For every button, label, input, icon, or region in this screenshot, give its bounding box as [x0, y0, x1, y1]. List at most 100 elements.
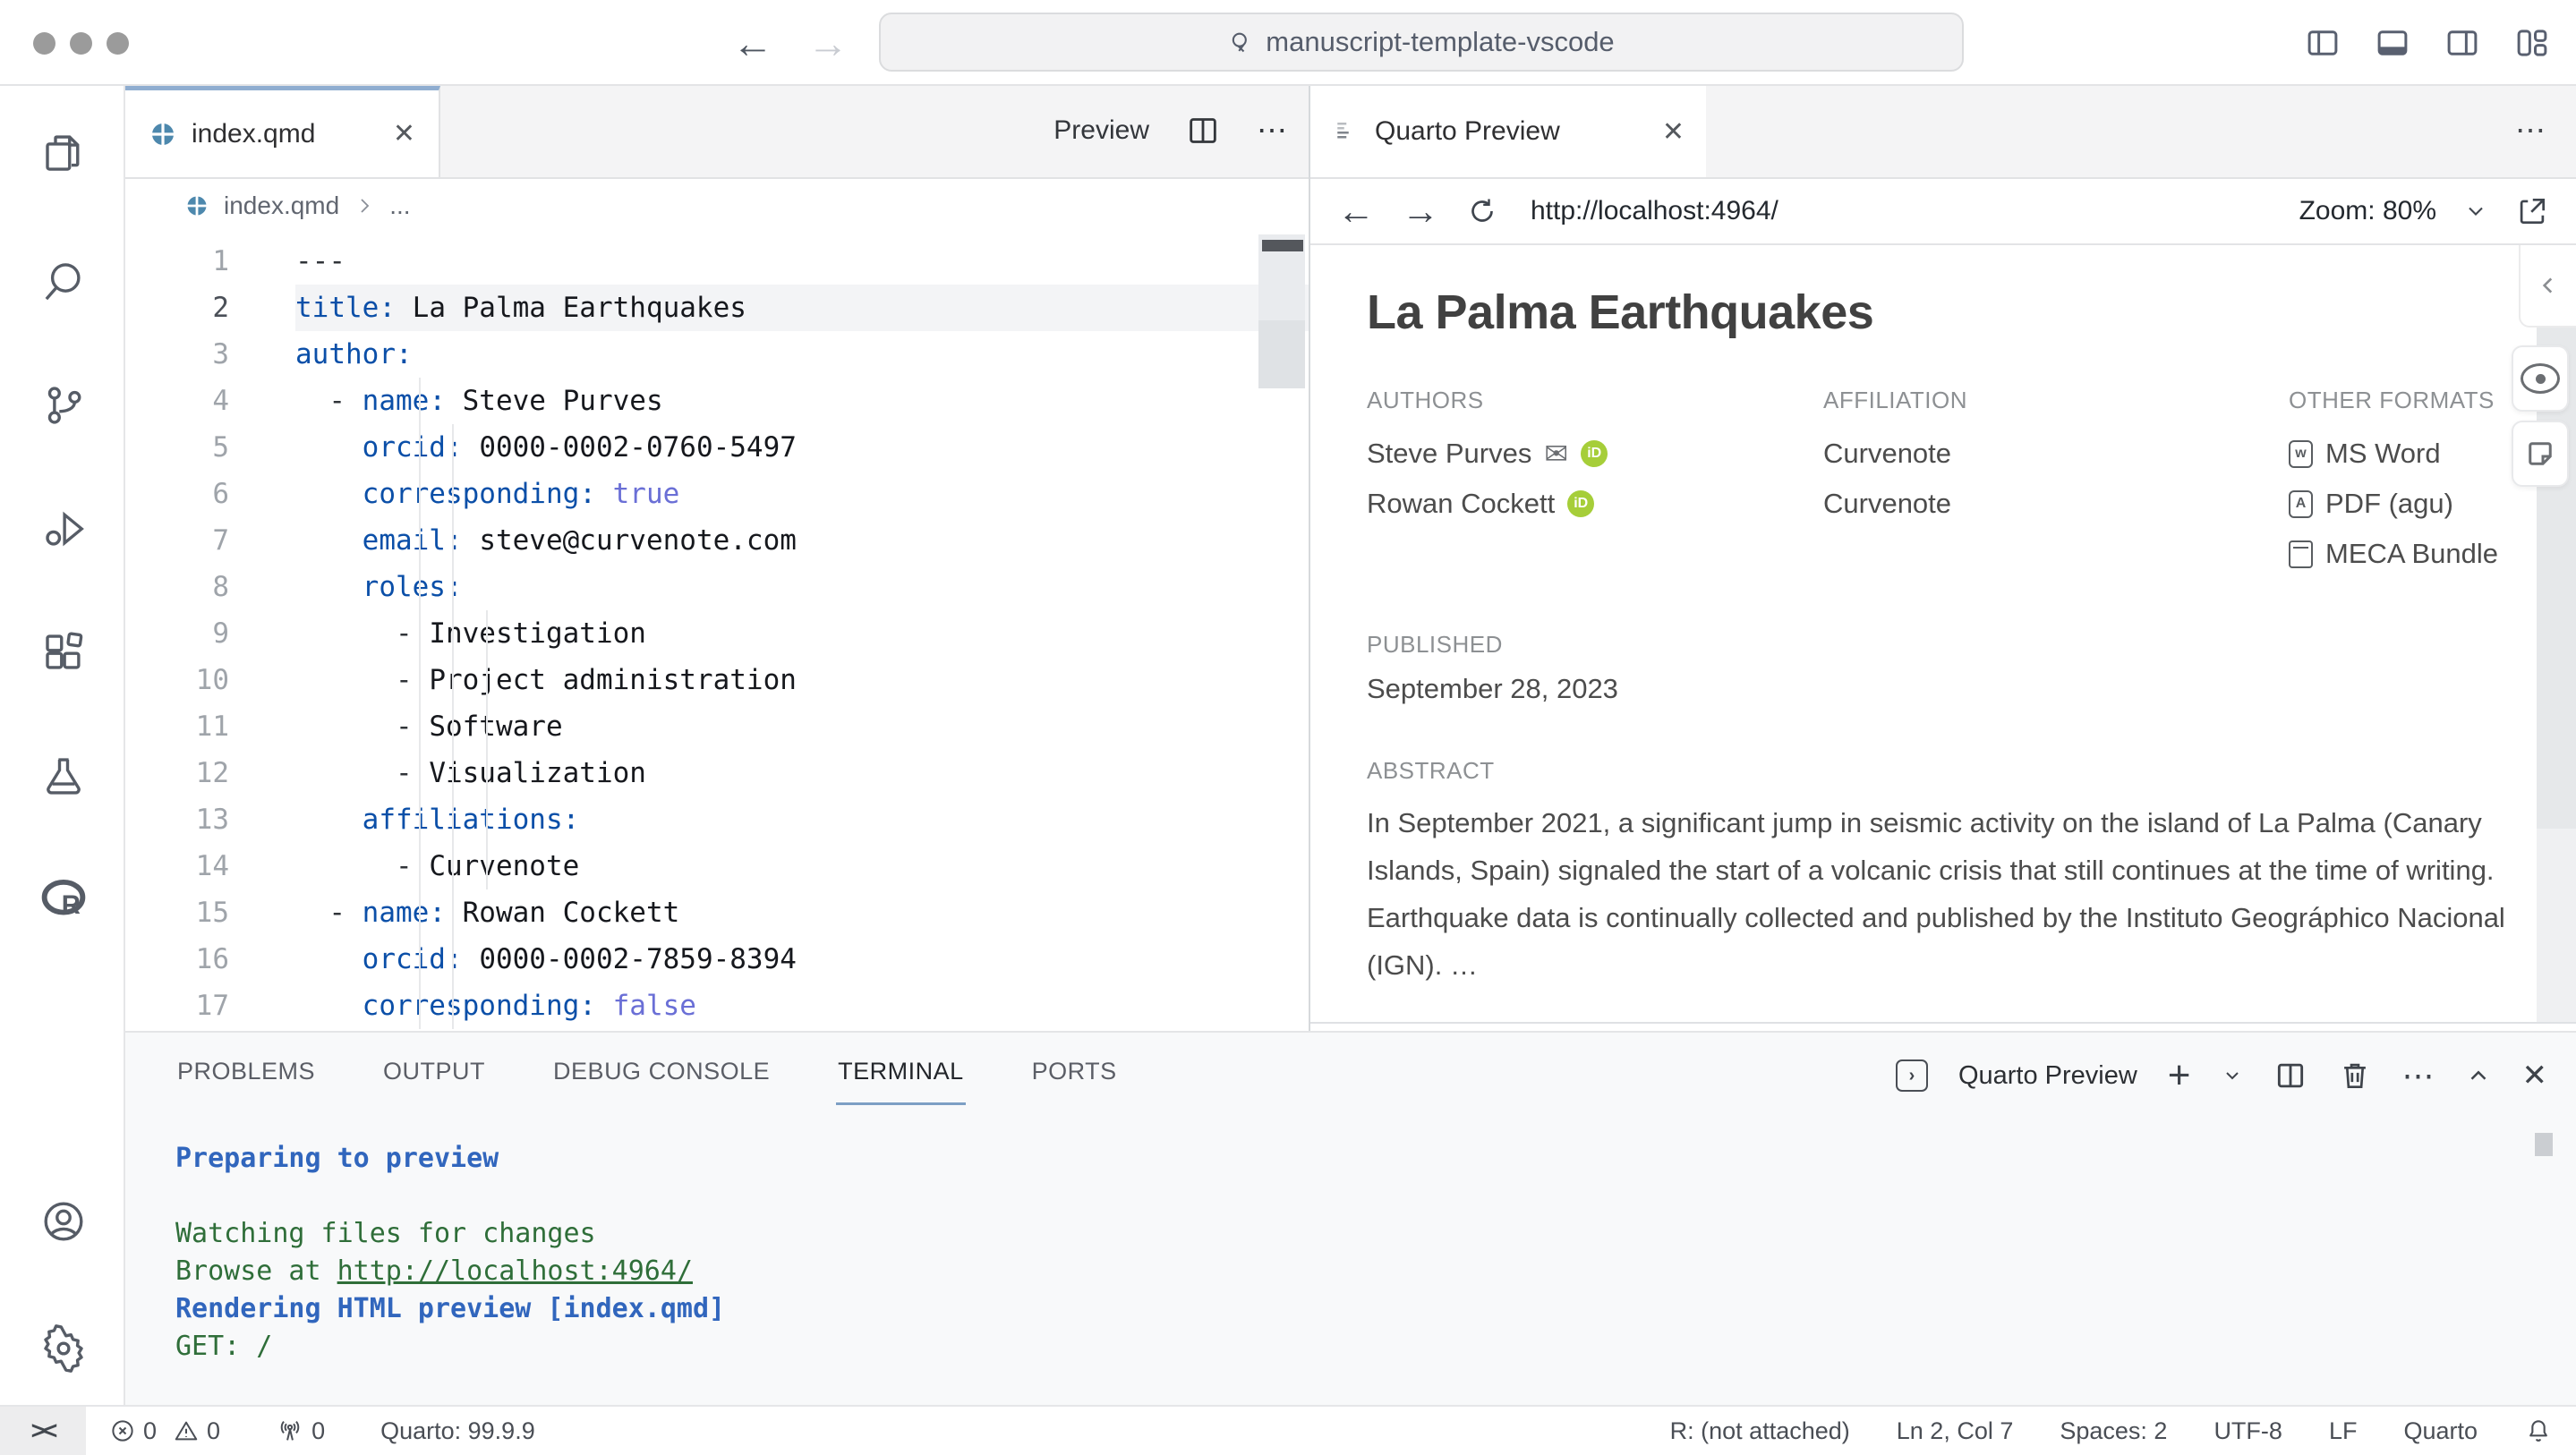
toc-collapse-button[interactable] — [2519, 245, 2576, 328]
close-icon[interactable]: ✕ — [393, 118, 415, 149]
problems-status[interactable]: 0 0 — [109, 1417, 220, 1445]
code-line[interactable]: 13 affiliations: — [125, 796, 1309, 843]
indentation-status[interactable]: Spaces: 2 — [2060, 1417, 2167, 1445]
ports-status[interactable]: 0 — [276, 1417, 325, 1445]
account-icon[interactable] — [39, 1197, 88, 1246]
quarto-version-status[interactable]: Quarto: 99.9.9 — [380, 1417, 535, 1445]
breadcrumb-more[interactable]: ... — [389, 191, 410, 220]
error-icon — [109, 1417, 136, 1444]
close-panel-icon[interactable]: ✕ — [2522, 1060, 2548, 1091]
bell-icon[interactable] — [2524, 1417, 2553, 1445]
mail-icon[interactable]: ✉ — [1544, 439, 1568, 468]
customize-layout-icon[interactable] — [2513, 24, 2551, 62]
code-line[interactable]: 2 title: La Palma Earthquakes — [125, 285, 1309, 331]
explorer-icon[interactable] — [39, 129, 88, 177]
code-line[interactable]: 16 orcid: 0000-0002-7859-8394 — [125, 936, 1309, 983]
reader-mode-button[interactable] — [2512, 345, 2569, 412]
split-terminal-icon[interactable] — [2273, 1059, 2307, 1093]
terminal-scrollbar[interactable] — [2535, 1133, 2553, 1156]
code-line[interactable]: 3 author: — [125, 331, 1309, 378]
terminal-session-label[interactable]: Quarto Preview — [1958, 1061, 2137, 1091]
code-line[interactable]: 14 - Curvenote — [125, 843, 1309, 889]
chevron-down-icon[interactable] — [2222, 1065, 2243, 1086]
reload-icon[interactable] — [1466, 195, 1498, 227]
code-line[interactable]: 12 - Visualization — [125, 750, 1309, 796]
format-link[interactable]: MECA Bundle — [2289, 529, 2576, 579]
chevron-down-icon[interactable] — [2463, 199, 2488, 224]
search-icon[interactable] — [39, 258, 88, 306]
encoding-status[interactable]: UTF-8 — [2213, 1417, 2282, 1445]
annotate-button[interactable] — [2512, 421, 2569, 487]
run-debug-icon[interactable] — [39, 505, 88, 553]
zoom-level[interactable]: Zoom: 80% — [2299, 196, 2436, 226]
testing-icon[interactable] — [39, 752, 88, 800]
panel-tab-ports[interactable]: PORTS — [1030, 1045, 1119, 1098]
toggle-primary-sidebar-icon[interactable] — [2304, 24, 2341, 62]
tab-index-qmd[interactable]: index.qmd ✕ — [125, 86, 440, 177]
code-line[interactable]: 11 - Software — [125, 703, 1309, 750]
split-editor-icon[interactable] — [1185, 113, 1221, 149]
language-mode-status[interactable]: Quarto — [2403, 1417, 2478, 1445]
quarto-preview-button[interactable]: Preview — [1053, 115, 1149, 146]
chevron-up-icon[interactable] — [2465, 1062, 2492, 1089]
line-number: 7 — [212, 524, 229, 557]
code-line[interactable]: 8 roles: — [125, 564, 1309, 610]
eol-status[interactable]: LF — [2329, 1417, 2358, 1445]
toggle-secondary-sidebar-icon[interactable] — [2444, 24, 2481, 62]
r-status[interactable]: R: (not attached) — [1670, 1417, 1850, 1445]
cursor-position-status[interactable]: Ln 2, Col 7 — [1897, 1417, 2014, 1445]
orcid-icon[interactable]: iD — [1567, 490, 1595, 517]
document-meta: AUTHORS Steve Purves ✉ iD Rowan Cockett iD A… — [1367, 387, 2576, 579]
more-actions-icon[interactable]: ⋯ — [2402, 1059, 2435, 1092]
code-line[interactable]: 17 corresponding: false — [125, 983, 1309, 1029]
code-editor[interactable]: 1 --- 2 title: La Palma Earthquakes 3 author:… — [125, 231, 1309, 1031]
author-row: Rowan Cockett iD — [1367, 479, 1823, 529]
line-number: 13 — [195, 804, 229, 836]
trash-icon[interactable] — [2338, 1059, 2372, 1093]
panel-tab-problems[interactable]: PROBLEMS — [175, 1045, 317, 1098]
r-language-icon[interactable]: R — [39, 875, 88, 923]
code-line[interactable]: 6 corresponding: true — [125, 471, 1309, 517]
panel-tab-output[interactable]: OUTPUT — [381, 1045, 487, 1098]
breadcrumb-file[interactable]: index.qmd — [224, 191, 339, 220]
remote-indicator[interactable]: >< — [0, 1407, 86, 1455]
collapse-chevron-icon — [2537, 274, 2560, 297]
code-line[interactable]: 9 - Investigation — [125, 610, 1309, 657]
close-icon[interactable]: ✕ — [1662, 116, 1685, 148]
minimize-window-icon[interactable] — [70, 32, 92, 55]
meca-format-icon — [2289, 540, 2313, 568]
new-terminal-icon[interactable]: + — [2168, 1056, 2191, 1095]
terminal-output[interactable]: Preparing to preview Watching files for … — [175, 1140, 725, 1366]
close-window-icon[interactable] — [33, 32, 55, 55]
editor-scrollbar[interactable] — [1258, 234, 1305, 388]
orcid-icon[interactable]: iD — [1581, 440, 1608, 467]
command-center-search[interactable]: manuscript-template-vscode — [879, 13, 1964, 72]
code-line[interactable]: 5 orcid: 0000-0002-0760-5497 — [125, 424, 1309, 471]
line-number: 9 — [212, 617, 229, 650]
panel-tabs: PROBLEMS OUTPUT DEBUG CONSOLE TERMINAL PORTS — [175, 1045, 1119, 1105]
back-arrow-icon[interactable]: ← — [1337, 192, 1375, 230]
extensions-icon[interactable] — [39, 628, 88, 676]
forward-arrow-icon[interactable]: → — [1402, 192, 1439, 230]
code-line[interactable]: 1 --- — [125, 238, 1309, 285]
source-control-icon[interactable] — [39, 381, 88, 430]
tab-quarto-preview[interactable]: Quarto Preview ✕ — [1310, 86, 1706, 177]
more-actions-icon[interactable]: ⋯ — [2515, 115, 2546, 146]
more-actions-icon[interactable]: ⋯ — [1257, 115, 1287, 146]
zoom-window-icon[interactable] — [107, 32, 129, 55]
panel-tab-terminal[interactable]: TERMINAL — [836, 1045, 966, 1105]
history-back-icon[interactable]: ← — [732, 19, 773, 67]
code-line[interactable]: 15 - name: Rowan Cockett — [125, 889, 1309, 936]
line-number: 3 — [212, 338, 229, 370]
format-label: PDF (agu) — [2325, 488, 2453, 519]
code-line[interactable]: 10 - Project administration — [125, 657, 1309, 703]
code-line[interactable]: 7 email: steve@curvenote.com — [125, 517, 1309, 564]
toggle-panel-icon[interactable] — [2374, 24, 2411, 62]
ports-count: 0 — [311, 1417, 326, 1444]
panel-tab-debug-console[interactable]: DEBUG CONSOLE — [551, 1045, 772, 1098]
code-line[interactable]: 4 - name: Steve Purves — [125, 378, 1309, 424]
settings-gear-icon[interactable] — [39, 1324, 88, 1373]
open-external-icon[interactable] — [2515, 194, 2549, 228]
preview-url[interactable]: http://localhost:4964/ — [1531, 196, 1778, 226]
terminal-link[interactable]: http://localhost:4964/ — [337, 1255, 693, 1287]
